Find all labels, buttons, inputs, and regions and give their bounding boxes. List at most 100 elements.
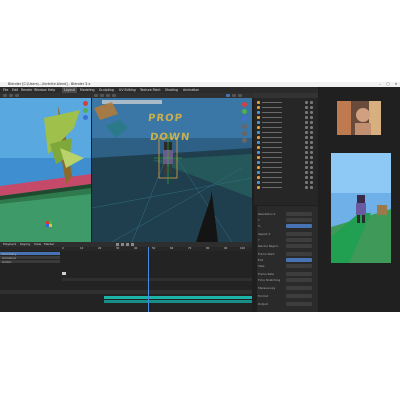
audio-strip[interactable] <box>104 300 252 303</box>
visibility-eye-icon[interactable] <box>305 101 308 104</box>
view-menu-button[interactable] <box>9 94 13 97</box>
frame-ruler[interactable]: 0 10 20 30 40 50 60 70 80 90 100 <box>0 247 252 251</box>
property-field[interactable] <box>286 238 312 242</box>
render-camera-icon[interactable] <box>310 176 313 179</box>
property-field[interactable] <box>286 232 312 236</box>
viewport-view-button[interactable] <box>100 94 104 97</box>
render-camera-icon[interactable] <box>310 126 313 129</box>
visibility-eye-icon[interactable] <box>305 111 308 114</box>
property-field[interactable] <box>286 286 312 290</box>
select-menu-button[interactable] <box>15 94 19 97</box>
render-camera-icon[interactable] <box>310 136 313 139</box>
playhead[interactable] <box>148 247 149 312</box>
property-field[interactable] <box>286 224 312 228</box>
outliner-row[interactable] <box>257 121 315 124</box>
render-camera-icon[interactable] <box>310 166 313 169</box>
properties-panel[interactable]: Resolution X Y % Aspect X Y Render Regio… <box>254 206 318 312</box>
outliner-row[interactable] <box>257 161 315 164</box>
render-camera-icon[interactable] <box>310 116 313 119</box>
viewport-select-button[interactable] <box>106 94 110 97</box>
jump-start-icon[interactable] <box>116 243 119 246</box>
viewport-main[interactable]: PROP DOWN <box>92 98 252 242</box>
visibility-eye-icon[interactable] <box>305 126 308 129</box>
render-camera-icon[interactable] <box>310 181 313 184</box>
visibility-eye-icon[interactable] <box>305 121 308 124</box>
render-camera-icon[interactable] <box>310 121 313 124</box>
outliner-row[interactable] <box>257 126 315 129</box>
property-field[interactable] <box>286 272 312 276</box>
viewport-left[interactable] <box>0 98 91 242</box>
play-icon[interactable] <box>126 243 129 246</box>
outliner-row[interactable] <box>257 106 315 109</box>
camera-view-icon[interactable] <box>242 138 247 143</box>
outliner-row[interactable] <box>257 156 315 159</box>
visibility-eye-icon[interactable] <box>305 166 308 169</box>
render-camera-icon[interactable] <box>310 151 313 154</box>
visibility-eye-icon[interactable] <box>305 186 308 189</box>
navigation-gizmo-z-icon[interactable] <box>242 116 247 121</box>
outliner-row[interactable] <box>257 131 315 134</box>
outliner-row[interactable] <box>257 136 315 139</box>
render-camera-icon[interactable] <box>310 106 313 109</box>
property-field[interactable] <box>286 294 312 298</box>
navigation-gizmo-y-icon[interactable] <box>242 109 247 114</box>
render-camera-icon[interactable] <box>310 186 313 189</box>
visibility-eye-icon[interactable] <box>305 171 308 174</box>
outliner-row[interactable] <box>257 101 315 104</box>
play-reverse-icon[interactable] <box>121 243 124 246</box>
render-camera-icon[interactable] <box>310 101 313 104</box>
visibility-eye-icon[interactable] <box>305 106 308 109</box>
visibility-eye-icon[interactable] <box>305 151 308 154</box>
viewport-mode-button[interactable] <box>94 94 98 97</box>
axis-gizmo-y-icon[interactable] <box>83 108 88 113</box>
visibility-eye-icon[interactable] <box>305 176 308 179</box>
outliner-row[interactable] <box>257 171 315 174</box>
outliner-row[interactable] <box>257 151 315 154</box>
video-strip[interactable] <box>104 296 252 299</box>
outliner-row[interactable] <box>257 181 315 184</box>
editor-type-button[interactable] <box>3 94 7 97</box>
render-camera-icon[interactable] <box>310 141 313 144</box>
shading-material-button[interactable] <box>232 94 236 97</box>
visibility-eye-icon[interactable] <box>305 161 308 164</box>
property-field[interactable] <box>286 218 312 222</box>
properties-tab-strip[interactable] <box>254 206 257 312</box>
outliner-row[interactable] <box>257 141 315 144</box>
shading-rendered-button[interactable] <box>238 94 242 97</box>
property-field[interactable] <box>286 302 312 306</box>
viewport-add-button[interactable] <box>112 94 116 97</box>
render-camera-icon[interactable] <box>310 111 313 114</box>
property-field[interactable] <box>286 258 312 262</box>
property-field[interactable] <box>286 278 312 282</box>
property-field[interactable] <box>286 212 312 216</box>
outliner-row[interactable] <box>257 146 315 149</box>
zoom-icon[interactable] <box>242 124 247 129</box>
visibility-eye-icon[interactable] <box>305 181 308 184</box>
timeline-panel[interactable]: Playback Keying View Marker 0 10 20 30 4… <box>0 242 252 312</box>
outliner-panel[interactable] <box>254 93 318 205</box>
outliner-row[interactable] <box>257 116 315 119</box>
render-camera-icon[interactable] <box>310 131 313 134</box>
render-camera-icon[interactable] <box>310 156 313 159</box>
visibility-eye-icon[interactable] <box>305 141 308 144</box>
outliner-row[interactable] <box>257 166 315 169</box>
axis-gizmo-z-icon[interactable] <box>83 115 88 120</box>
navigation-gizmo-x-icon[interactable] <box>242 102 247 107</box>
visibility-eye-icon[interactable] <box>305 146 308 149</box>
render-camera-icon[interactable] <box>310 161 313 164</box>
property-field[interactable] <box>286 264 312 268</box>
visibility-eye-icon[interactable] <box>305 131 308 134</box>
jump-end-icon[interactable] <box>131 243 134 246</box>
render-camera-icon[interactable] <box>310 171 313 174</box>
property-field[interactable] <box>286 252 312 256</box>
outliner-row[interactable] <box>257 176 315 179</box>
outliner-row[interactable] <box>257 186 315 189</box>
visibility-eye-icon[interactable] <box>305 156 308 159</box>
keyframe-marker[interactable] <box>62 272 66 275</box>
pan-hand-icon[interactable] <box>242 131 247 136</box>
outliner-row[interactable] <box>257 111 315 114</box>
visibility-eye-icon[interactable] <box>305 116 308 119</box>
axis-gizmo-x-icon[interactable] <box>83 101 88 106</box>
render-camera-icon[interactable] <box>310 146 313 149</box>
visibility-eye-icon[interactable] <box>305 136 308 139</box>
